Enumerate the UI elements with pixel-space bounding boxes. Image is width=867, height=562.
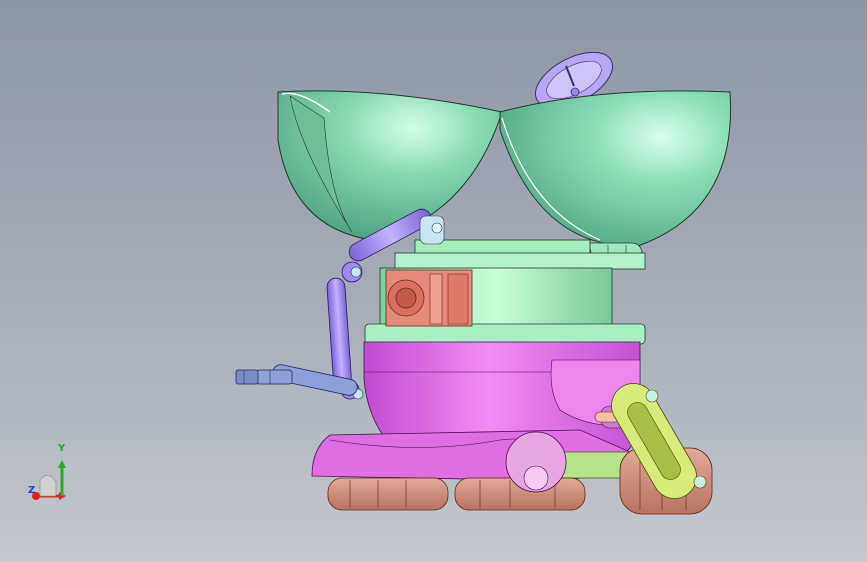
gripper[interactable]: [235, 369, 293, 385]
robot-model[interactable]: [0, 0, 867, 562]
camera-box[interactable]: [385, 269, 473, 327]
cad-viewport[interactable]: Y Z: [0, 0, 867, 562]
right-dome-shell[interactable]: [499, 90, 732, 247]
left-dome-shell[interactable]: [277, 90, 503, 241]
z-axis-label: Z: [28, 485, 36, 496]
y-axis-label: Y: [58, 443, 66, 454]
drive-wheel[interactable]: [505, 431, 567, 493]
z-axis-cone: [39, 475, 57, 497]
y-axis-arrow-icon: [58, 460, 66, 468]
left-track[interactable]: [327, 477, 449, 511]
